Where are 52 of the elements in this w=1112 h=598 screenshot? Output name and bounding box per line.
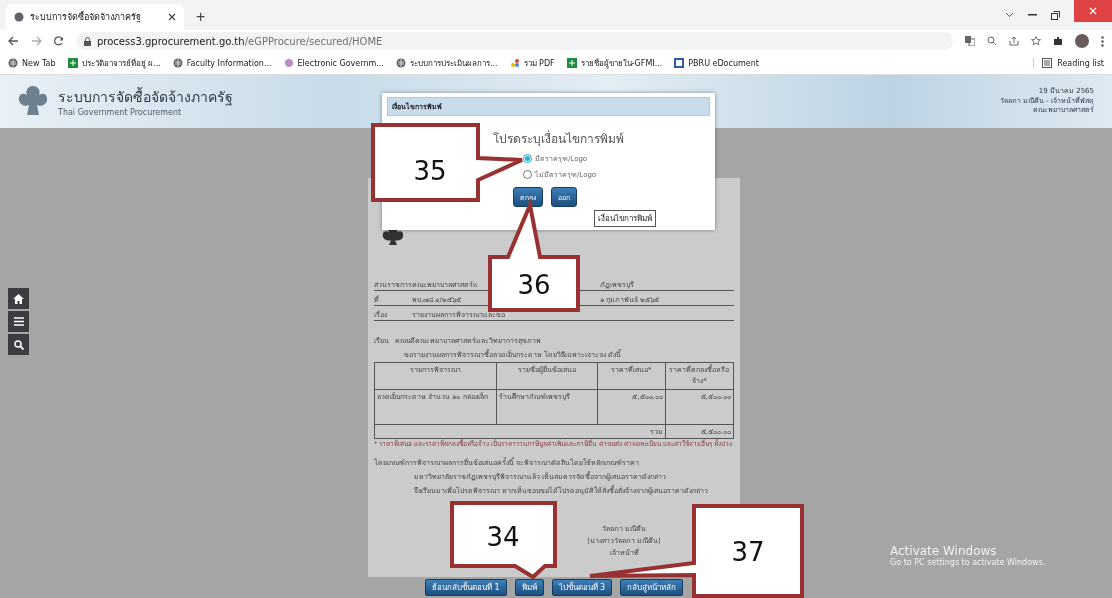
spreadsheet-icon [67, 58, 78, 68]
action-button[interactable]: ย้อนกลับขั้นตอนที่ 1 [424, 579, 507, 596]
list-icon [1042, 58, 1053, 68]
zoom-icon[interactable] [987, 36, 997, 46]
home-icon [13, 293, 24, 304]
document-icon [674, 58, 685, 68]
translate-icon[interactable] [965, 36, 975, 46]
search-button[interactable] [8, 334, 29, 355]
tooltip: เงื่อนไขการพิมพ์ [594, 210, 656, 227]
home-button[interactable] [8, 288, 29, 309]
minimize-icon[interactable] [1028, 14, 1037, 16]
browser-tab[interactable]: ระบบการจัดซื้อจัดจ้างภาครัฐ [6, 4, 184, 30]
dialog-prompt: โปรดระบุเงื่อนไขการพิมพ์ [493, 129, 625, 148]
action-button[interactable]: ไปขั้นตอนที่ 3 [551, 579, 613, 596]
bookmark[interactable]: Electronic Governm... [283, 58, 384, 68]
bookmark[interactable]: New Tab [8, 58, 56, 68]
bookmark[interactable]: Faculty Information... [172, 58, 272, 68]
new-tab-button[interactable]: + [192, 4, 210, 30]
menu-button[interactable] [8, 311, 29, 332]
address-bar[interactable]: process3.gprocurement.go.th/eGPProcure/secured/HOME [76, 32, 953, 50]
more-menu-icon[interactable] [1101, 35, 1104, 47]
reading-list-button[interactable]: Reading list [1033, 58, 1104, 68]
back-icon[interactable] [8, 36, 19, 46]
puzzle-icon[interactable] [1053, 36, 1063, 46]
bookmark[interactable]: รวม PDF [509, 56, 555, 70]
site-subtitle: Thai Government Procurement [58, 108, 183, 117]
callout-number: 36 [517, 270, 551, 300]
action-button[interactable]: พิมพ์ [514, 579, 544, 596]
close-icon [1089, 7, 1097, 15]
action-button[interactable]: กลับสู่หน้าหลัก [620, 579, 684, 596]
bookmark[interactable]: รายชื่อผู้ขายใน-GFMI... [566, 56, 663, 70]
search-icon [13, 339, 24, 350]
restore-icon[interactable] [1051, 10, 1060, 20]
menu-icon [13, 317, 24, 326]
close-icon[interactable] [168, 13, 176, 21]
bookmark[interactable]: PBRU eDocument [674, 58, 759, 68]
site-title: ระบบการจัดซื้อจัดจ้างภาครัฐ [58, 86, 233, 108]
share-icon[interactable] [1009, 36, 1019, 46]
callout-number: 34 [486, 522, 520, 552]
lock-icon [84, 36, 91, 46]
chevron-down-icon[interactable] [1005, 12, 1014, 18]
spreadsheet-icon [566, 58, 577, 68]
bookmark[interactable]: ประวัติอาจารย์ที่อยู่ ผ... [67, 56, 161, 70]
callout-number: 37 [731, 537, 765, 567]
dots-icon [509, 58, 520, 68]
callout-number: 35 [413, 156, 447, 186]
activation-title: Activate Windows [890, 544, 998, 558]
bookmark[interactable]: ระบบการประเมินผลการ... [395, 56, 498, 70]
reload-icon[interactable] [54, 36, 64, 46]
activation-text: Go to PC settings to activate Windows. [890, 558, 1046, 567]
star-icon[interactable] [1031, 36, 1041, 46]
profile-avatar-icon[interactable] [1075, 34, 1089, 48]
